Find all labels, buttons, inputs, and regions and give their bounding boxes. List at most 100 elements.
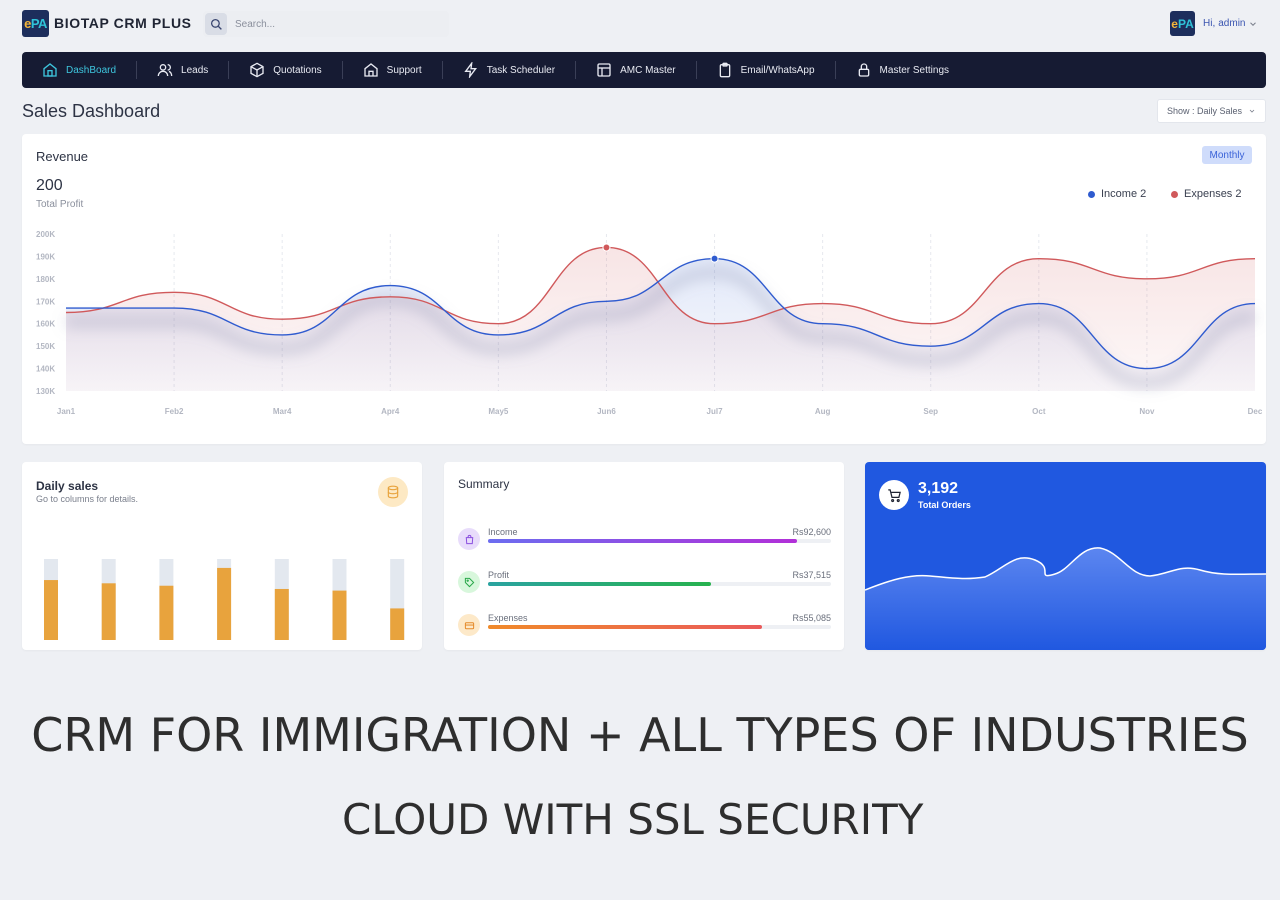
logo-pa: PA [30, 16, 48, 31]
user-menu[interactable]: Hi, admin [1203, 18, 1258, 29]
x-tick-label: Jan1 [57, 407, 76, 416]
show-select-label: Show : Daily Sales [1166, 106, 1243, 116]
nav-label: Leads [181, 64, 209, 76]
banner-headline: CRM FOR IMMIGRATION + ALL TYPES OF INDUS… [31, 708, 1249, 762]
orders-card: 3,192 Total Orders [865, 462, 1266, 650]
nav-item-dashboard[interactable]: DashBoard [42, 61, 138, 79]
summary-card: Summary Income Rs92,600 Profit Rs37,515 Expe… [444, 462, 844, 650]
x-tick-label: Sep [923, 407, 938, 416]
summary-label: Income [488, 527, 518, 537]
nav-label: AMC Master [620, 64, 676, 76]
x-tick-label: Aug [815, 407, 831, 416]
daily-bar[interactable] [332, 590, 347, 640]
x-tick-label: May5 [488, 407, 509, 416]
summary-value: Rs37,515 [792, 570, 831, 580]
home-icon [43, 63, 57, 77]
nav-item-task-scheduler[interactable]: Task Scheduler [443, 61, 577, 79]
x-tick-label: Apr4 [381, 407, 400, 416]
nav-label: DashBoard [66, 64, 117, 76]
users-icon [157, 63, 173, 77]
chevron-down-icon [1250, 21, 1257, 26]
tag-icon [458, 571, 480, 593]
main-nav: DashBoard Leads Quotations Support Task … [22, 52, 1266, 88]
summary-label: Profit [488, 570, 510, 580]
daily-bar[interactable] [44, 580, 58, 640]
summary-label: Expenses [488, 613, 528, 623]
banner-subheadline: CLOUD WITH SSL SECURITY [342, 795, 924, 844]
y-tick-label: 200K [36, 230, 55, 239]
logo-icon[interactable]: e PA [22, 10, 49, 37]
search-bar [203, 11, 449, 37]
nav-label: Email/WhatsApp [740, 64, 815, 76]
nav-label: Quotations [273, 64, 322, 76]
cart-icon [879, 480, 909, 510]
daily-sales-card: Daily sales Go to columns for details. [22, 462, 422, 650]
nav-item-amc-master[interactable]: AMC Master [576, 61, 697, 79]
bolt-icon [464, 62, 477, 78]
summary-progress-track [488, 539, 831, 543]
daily-bar[interactable] [274, 588, 289, 640]
daily-bar[interactable] [390, 608, 405, 640]
summary-progress-fill [488, 539, 797, 543]
revenue-chart: 130K 140K 150K 160K 170K 180K 190K 200K Jan1 Feb2… [36, 230, 1263, 416]
summary-row-income: Income Rs92,600 [458, 527, 831, 552]
top-bar: ePA BIOTAP CRM PLUS ePA Hi, admin [0, 0, 1280, 48]
y-tick-label: 150K [36, 342, 55, 351]
clipboard-icon [719, 62, 730, 78]
revenue-card: Revenue Monthly 200 Total Profit Income … [22, 134, 1266, 444]
total-orders-label: Total Orders [918, 500, 971, 510]
x-tick-label: Mar4 [273, 407, 292, 416]
x-tick-label: Jun6 [597, 407, 616, 416]
logo-e: e [24, 16, 31, 31]
y-tick-label: 190K [36, 252, 55, 261]
brand-name[interactable]: BIOTAP CRM PLUS [54, 15, 192, 31]
y-tick-label: 140K [36, 365, 55, 374]
y-tick-label: 180K [36, 275, 55, 284]
layout-icon [597, 63, 611, 77]
summary-row-expenses: Expenses Rs55,085 [458, 613, 831, 638]
summary-progress-fill [488, 582, 711, 586]
x-tick-label: Oct [1032, 407, 1046, 416]
nav-label: Support [386, 64, 422, 76]
nav-item-quotations[interactable]: Quotations [229, 61, 343, 79]
x-tick-label: Jul7 [707, 407, 724, 416]
nav-item-master-settings[interactable]: Master Settings [836, 61, 969, 79]
user-name: admin [1218, 18, 1246, 29]
y-tick-label: 160K [36, 320, 55, 329]
greeting-prefix: Hi, [1203, 18, 1216, 29]
nav-item-support[interactable]: Support [343, 61, 443, 79]
bag-icon [458, 528, 480, 550]
daily-bar[interactable] [159, 585, 174, 640]
highlight-point[interactable] [710, 254, 719, 263]
highlight-point[interactable] [602, 243, 611, 252]
summary-progress-track [488, 582, 831, 586]
nav-item-email-whatsapp[interactable]: Email/WhatsApp [697, 61, 836, 79]
search-input[interactable] [235, 18, 435, 30]
y-tick-label: 130K [36, 387, 55, 396]
card-icon [458, 614, 480, 636]
y-tick-label: 170K [36, 297, 55, 306]
avatar[interactable]: e PA [1170, 11, 1195, 36]
summary-value: Rs55,085 [792, 613, 831, 623]
show-select[interactable]: Show : Daily Sales [1157, 99, 1266, 123]
total-orders-value: 3,192 [918, 480, 959, 497]
lock-icon [858, 63, 869, 77]
x-tick-label: Feb2 [165, 407, 184, 416]
box-icon [250, 62, 264, 78]
daily-bar[interactable] [101, 583, 116, 640]
page-title: Sales Dashboard [22, 101, 161, 121]
search-icon[interactable] [205, 13, 227, 35]
summary-progress-track [488, 625, 831, 629]
daily-bar[interactable] [217, 567, 232, 640]
summary-title: Summary [458, 477, 510, 491]
home-outline-icon [363, 63, 378, 77]
summary-value: Rs92,600 [792, 527, 831, 537]
avatar-e: e [1171, 16, 1178, 31]
x-tick-label: Nov [1139, 407, 1155, 416]
nav-item-leads[interactable]: Leads [137, 61, 230, 79]
nav-label: Task Scheduler [486, 64, 556, 76]
chevron-down-icon [1249, 109, 1255, 113]
daily-sales-chart [44, 559, 405, 640]
summary-progress-fill [488, 625, 763, 629]
nav-label: Master Settings [879, 64, 950, 76]
